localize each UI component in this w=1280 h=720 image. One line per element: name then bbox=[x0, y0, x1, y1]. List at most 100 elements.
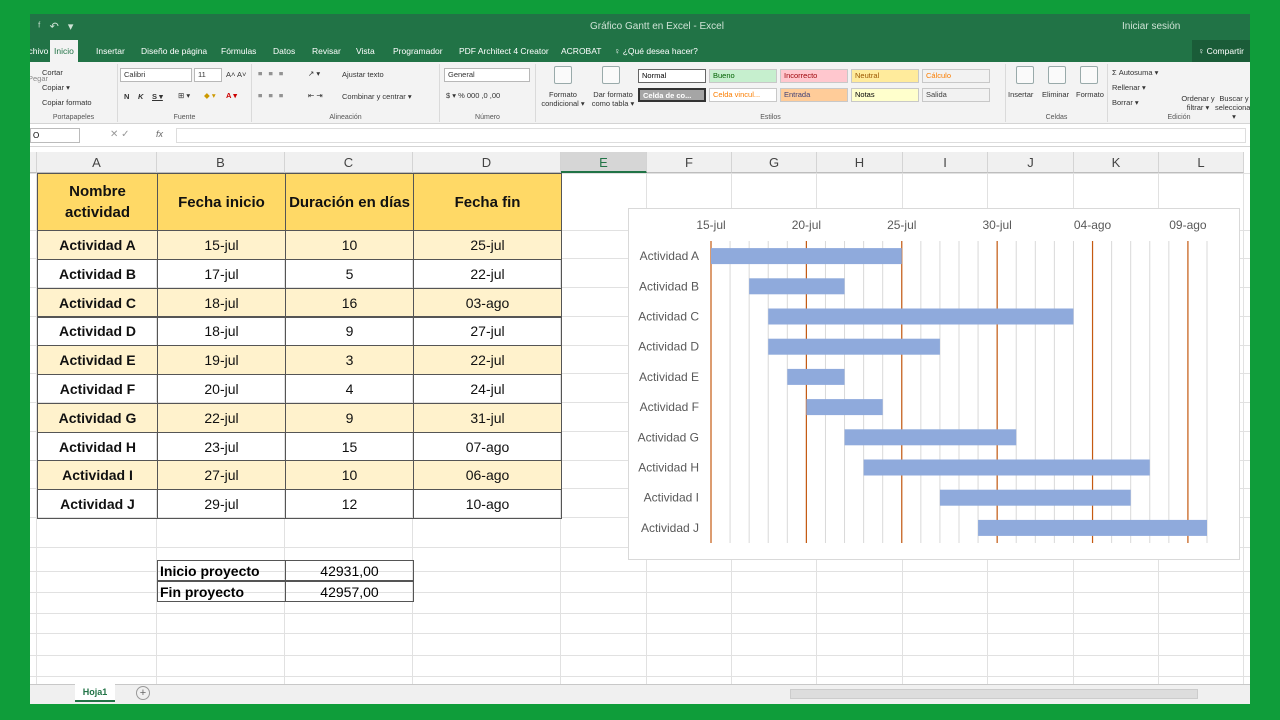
merge-center-button[interactable]: Combinar y centrar ▾ bbox=[342, 92, 412, 101]
add-sheet-button[interactable]: + bbox=[136, 686, 150, 700]
underline-button[interactable]: S ▾ bbox=[152, 92, 163, 101]
tell-me-search[interactable]: ♀ ¿Qué desea hacer? bbox=[610, 40, 702, 62]
copy-button[interactable]: Copiar ▾ bbox=[42, 83, 70, 92]
vertical-align-icons[interactable]: ≡ ≡ ≡ bbox=[258, 69, 285, 78]
tab-inicio[interactable]: Inicio bbox=[50, 40, 78, 62]
end-date-cell[interactable]: 07-ago bbox=[413, 431, 562, 462]
column-header-k[interactable]: K bbox=[1074, 152, 1159, 173]
duration-cell[interactable]: 10 bbox=[285, 460, 414, 491]
column-header-l[interactable]: L bbox=[1159, 152, 1244, 173]
cut-button[interactable]: Cortar bbox=[42, 68, 63, 77]
worksheet-grid[interactable]: ABCDEFGHIJKL Nombre actividad Fecha inici… bbox=[30, 152, 1250, 684]
font-name-box[interactable]: Calibri bbox=[120, 68, 192, 82]
horizontal-align-icons[interactable]: ≡ ≡ ≡ bbox=[258, 91, 285, 100]
cancel-check-icons[interactable]: ✕ ✓ bbox=[110, 129, 130, 140]
duration-cell[interactable]: 9 bbox=[285, 316, 414, 347]
activity-name-cell[interactable]: Actividad A bbox=[37, 230, 158, 260]
cell-style-1[interactable]: Normal bbox=[638, 69, 706, 83]
formula-input[interactable] bbox=[176, 128, 1246, 143]
column-header-d[interactable]: D bbox=[413, 152, 561, 173]
cell-style-3[interactable]: Incorrecto bbox=[780, 69, 848, 83]
horizontal-scrollbar[interactable] bbox=[790, 689, 1198, 699]
cell-style-6[interactable]: Celda de co... bbox=[638, 88, 706, 102]
end-date-cell[interactable]: 24-jul bbox=[413, 374, 562, 404]
start-date-cell[interactable]: 15-jul bbox=[157, 230, 286, 260]
duration-cell[interactable]: 9 bbox=[285, 402, 414, 433]
column-header-e[interactable]: E bbox=[561, 152, 647, 173]
summary-label-cell[interactable]: Inicio proyecto bbox=[157, 560, 286, 581]
column-header-h[interactable]: H bbox=[817, 152, 903, 173]
grow-font-icon[interactable]: A˄ A˅ bbox=[226, 70, 246, 79]
share-button[interactable]: ♀ Compartir bbox=[1191, 40, 1250, 62]
tab-acrobat[interactable]: ACROBAT bbox=[557, 40, 605, 62]
insert-function-button[interactable]: fx bbox=[156, 129, 163, 139]
activity-name-cell[interactable]: Actividad J bbox=[37, 489, 158, 520]
summary-label-cell[interactable]: Fin proyecto bbox=[157, 581, 286, 602]
format-painter-button[interactable]: Copiar formato bbox=[42, 98, 92, 107]
start-date-cell[interactable]: 18-jul bbox=[157, 287, 286, 318]
indent-icons[interactable]: ⇤ ⇥ bbox=[308, 91, 323, 100]
cell-style-8[interactable]: Entrada bbox=[780, 88, 848, 102]
summary-value-cell[interactable]: 42931,00 bbox=[285, 560, 414, 581]
start-date-cell[interactable]: 22-jul bbox=[157, 402, 286, 433]
fill-color-icon[interactable]: ◆ ▾ bbox=[204, 91, 216, 100]
column-header-c[interactable]: C bbox=[285, 152, 413, 173]
gantt-chart[interactable]: 15-jul 20-jul 25-jul 30-jul 04-ago 09-ago Acti… bbox=[628, 208, 1240, 560]
summary-value-cell[interactable]: 42957,00 bbox=[285, 581, 414, 602]
font-color-icon[interactable]: A ▾ bbox=[226, 91, 237, 100]
duration-cell[interactable]: 5 bbox=[285, 258, 414, 289]
start-date-cell[interactable]: 18-jul bbox=[157, 316, 286, 347]
number-format-box[interactable]: General bbox=[444, 68, 530, 82]
column-header-j[interactable]: J bbox=[988, 152, 1074, 173]
duration-cell[interactable]: 16 bbox=[285, 287, 414, 318]
end-date-cell[interactable]: 25-jul bbox=[413, 230, 562, 260]
duration-cell[interactable]: 3 bbox=[285, 345, 414, 376]
tab-insertar[interactable]: Insertar bbox=[92, 40, 129, 62]
name-box[interactable]: O bbox=[30, 128, 80, 143]
end-date-cell[interactable]: 27-jul bbox=[413, 316, 562, 347]
column-header-b[interactable]: B bbox=[157, 152, 285, 173]
conditional-format-button[interactable]: Formato condicional ▾ bbox=[538, 90, 588, 108]
format-as-table-button[interactable]: Dar formato como tabla ▾ bbox=[588, 90, 638, 108]
activity-name-cell[interactable]: Actividad H bbox=[37, 431, 158, 462]
end-date-cell[interactable]: 31-jul bbox=[413, 402, 562, 433]
duration-cell[interactable]: 12 bbox=[285, 489, 414, 520]
activity-name-cell[interactable]: Actividad E bbox=[37, 345, 158, 376]
start-date-cell[interactable]: 17-jul bbox=[157, 258, 286, 289]
column-header-f[interactable]: F bbox=[647, 152, 732, 173]
fill-button[interactable]: Rellenar ▾ bbox=[1112, 83, 1146, 92]
duration-cell[interactable]: 15 bbox=[285, 431, 414, 462]
start-date-cell[interactable]: 27-jul bbox=[157, 460, 286, 491]
duration-cell[interactable]: 10 bbox=[285, 230, 414, 260]
activity-name-cell[interactable]: Actividad I bbox=[37, 460, 158, 491]
start-date-cell[interactable]: 20-jul bbox=[157, 374, 286, 404]
orientation-icon[interactable]: ↗ ▾ bbox=[308, 69, 320, 78]
column-header-i[interactable]: I bbox=[903, 152, 988, 173]
activity-name-cell[interactable]: Actividad F bbox=[37, 374, 158, 404]
cell-style-9[interactable]: Notas bbox=[851, 88, 919, 102]
start-date-cell[interactable]: 29-jul bbox=[157, 489, 286, 520]
end-date-cell[interactable]: 22-jul bbox=[413, 258, 562, 289]
end-date-cell[interactable]: 06-ago bbox=[413, 460, 562, 491]
tab-vista[interactable]: Vista bbox=[352, 40, 379, 62]
column-header-a[interactable]: A bbox=[37, 152, 157, 173]
number-format-icons[interactable]: $ ▾ % 000 ,0 ,00 bbox=[446, 91, 500, 100]
activity-name-cell[interactable]: Actividad B bbox=[37, 258, 158, 289]
sheet-tab-hoja1[interactable]: Hoja1 bbox=[75, 684, 115, 702]
column-header-g[interactable]: G bbox=[732, 152, 817, 173]
sign-in-link[interactable]: Iniciar sesión bbox=[1122, 21, 1180, 32]
tab-revisar[interactable]: Revisar bbox=[308, 40, 345, 62]
start-date-cell[interactable]: 19-jul bbox=[157, 345, 286, 376]
end-date-cell[interactable]: 22-jul bbox=[413, 345, 562, 376]
quick-access-toolbar[interactable]: ᶠ ↶ ▾ bbox=[38, 20, 76, 33]
italic-button[interactable]: K bbox=[138, 92, 143, 101]
activity-name-cell[interactable]: Actividad C bbox=[37, 287, 158, 318]
activity-name-cell[interactable]: Actividad D bbox=[37, 316, 158, 347]
cell-style-4[interactable]: Neutral bbox=[851, 69, 919, 83]
cell-style-5[interactable]: Cálculo bbox=[922, 69, 990, 83]
wrap-text-button[interactable]: Ajustar texto bbox=[342, 70, 384, 79]
autosum-button[interactable]: Σ Autosuma ▾ bbox=[1112, 68, 1158, 77]
borders-icon[interactable]: ⊞ ▾ bbox=[178, 91, 190, 100]
tab-datos[interactable]: Datos bbox=[269, 40, 299, 62]
select-all-corner[interactable] bbox=[30, 152, 37, 173]
